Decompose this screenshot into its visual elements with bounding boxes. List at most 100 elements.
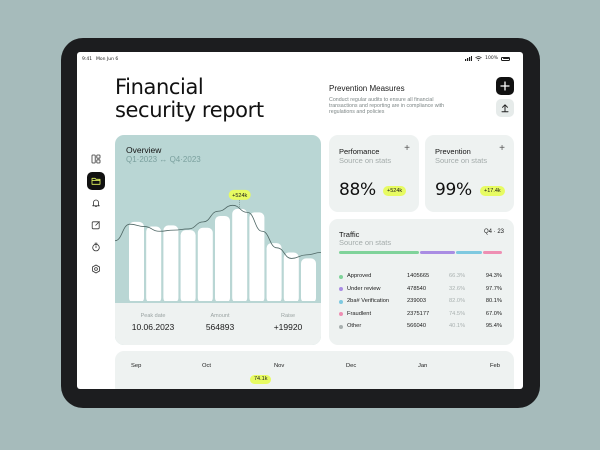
traffic-row-share: 74.5% [449, 310, 466, 317]
bell-icon [92, 199, 100, 207]
add-button[interactable] [496, 77, 514, 95]
performance-badge: +524k [383, 186, 407, 196]
traffic-row-rate: 80.1% [485, 298, 502, 304]
overview-stats: Peak date 10.06.2023 Amount 564893 Raise… [115, 303, 321, 345]
timeline-badge: 74.1k [250, 375, 272, 384]
stat-value: 10.06.2023 [131, 322, 175, 332]
prevention-add-icon[interactable]: + [499, 143, 505, 154]
stat-amount: Amount 564893 [197, 313, 243, 332]
chart-bar [129, 221, 144, 301]
performance-card[interactable]: Perfomance Source on stats + 88% +524k [329, 135, 419, 212]
page-title-line2: security report [115, 98, 264, 122]
chart-bar [163, 225, 179, 301]
traffic-row-rate: 67.0% [485, 310, 502, 317]
traffic-row-share: 82.0% [449, 298, 466, 304]
upload-icon [501, 104, 509, 113]
sidebar-item-timer[interactable] [87, 238, 105, 256]
prevention-title: Prevention [435, 147, 471, 156]
traffic-row[interactable]: Under review 478540 32.6% 97.7% [339, 286, 502, 299]
traffic-color-dot [339, 312, 343, 317]
chart-bar [197, 227, 213, 301]
peak-badge-label: +524k [232, 193, 247, 199]
prevention-card[interactable]: Prevention Source on stats + 99% +17.4k [425, 135, 514, 212]
traffic-row-name: 2ba# Verification [347, 298, 390, 304]
traffic-color-dot [339, 324, 343, 329]
chart-bar [215, 215, 230, 301]
performance-subtitle: Source on stats [339, 156, 392, 165]
traffic-period[interactable]: Q4 · 23 [484, 229, 504, 235]
performance-value: 88% [339, 180, 376, 200]
chart-bar [232, 208, 248, 301]
timeline-month[interactable]: Dec [346, 363, 356, 369]
traffic-subtitle: Source on stats [339, 238, 392, 247]
traffic-row-rate: 95.4% [485, 323, 502, 329]
stat-label: Raise [280, 313, 296, 319]
traffic-color-dot [339, 299, 343, 304]
sidebar-item-settings[interactable] [87, 260, 105, 278]
traffic-share-bar [339, 251, 502, 254]
traffic-list: Approved 1405665 66.3% 94.3% Under review 478… [339, 273, 502, 336]
chart-bar [283, 252, 299, 301]
sidebar-item-folder[interactable] [87, 172, 105, 190]
traffic-row[interactable]: Other 566040 40.1% 95.4% [339, 323, 502, 336]
stat-label: Peak date [140, 313, 166, 319]
gear-icon [92, 264, 100, 274]
prevention-value: 99% [435, 180, 472, 200]
performance-title: Perfomance [339, 147, 380, 156]
sidebar-item-notifications[interactable] [87, 194, 105, 212]
traffic-row[interactable]: Approved 1405665 66.3% 94.3% [339, 273, 502, 286]
traffic-color-dot [339, 274, 343, 279]
page-title: Financial security report [115, 76, 264, 122]
timeline-month[interactable]: Jan [418, 363, 427, 369]
timeline-month[interactable]: Oct [202, 363, 211, 369]
traffic-row-share: 32.6% [449, 285, 466, 292]
sidebar-item-edit[interactable] [87, 216, 105, 234]
status-indicators: 100% [465, 56, 510, 61]
traffic-color-dot [339, 287, 343, 292]
traffic-row-name: Fraudlent [347, 310, 372, 317]
timeline-month[interactable]: Nov [274, 363, 284, 369]
traffic-row-rate: 97.7% [485, 285, 502, 292]
traffic-row-name: Approved [347, 273, 372, 279]
traffic-row-count: 239003 [407, 298, 426, 304]
status-bar: 9:41 Mon Jun 6 100% [77, 52, 523, 66]
traffic-row-count: 478540 [407, 285, 426, 292]
traffic-segment [420, 251, 456, 254]
traffic-segment [339, 251, 419, 254]
performance-add-icon[interactable]: + [404, 143, 410, 154]
layout-icon [91, 154, 101, 164]
stat-raise: Raise +19920 [265, 313, 311, 332]
upload-button[interactable] [496, 99, 514, 117]
chart-bar [146, 226, 162, 301]
timeline-card: Sep Oct Nov Dec Jan Feb 74.1k [115, 351, 514, 389]
timer-icon [92, 242, 100, 252]
prevention-subtitle: Source on stats [435, 156, 488, 165]
traffic-row-rate: 94.3% [485, 273, 502, 279]
traffic-row-count: 566040 [407, 323, 426, 329]
timeline-month[interactable]: Feb [490, 363, 500, 369]
traffic-row[interactable]: 2ba# Verification 239003 82.0% 80.1% [339, 298, 502, 311]
page-title-line1: Financial [115, 75, 204, 99]
edit-icon [91, 221, 100, 230]
folder-icon [91, 177, 101, 185]
traffic-row-name: Other [347, 323, 362, 329]
stat-value: +19920 [273, 322, 303, 332]
traffic-row[interactable]: Fraudlent 2375177 74.5% 67.0% [339, 311, 502, 324]
signal-icon [465, 56, 473, 61]
wifi-icon [475, 56, 482, 61]
battery-icon [501, 56, 510, 61]
sidebar-item-layout[interactable] [87, 150, 105, 168]
traffic-row-count: 1405665 [407, 273, 430, 279]
app-screen: 9:41 Mon Jun 6 100% Financial security r… [77, 52, 523, 389]
traffic-row-share: 66.3% [449, 273, 466, 279]
traffic-card: Traffic Source on stats Q4 · 23 Approved… [329, 219, 514, 345]
timeline-month[interactable]: Sep [131, 363, 141, 369]
chart-bar [266, 243, 282, 301]
traffic-row-count: 2375177 [407, 310, 430, 317]
traffic-row-share: 40.1% [449, 323, 466, 329]
traffic-segment [482, 251, 502, 254]
overview-chart: +524k [115, 189, 321, 301]
stat-value: 564893 [205, 322, 235, 332]
prevention-measures-description: Conduct regular audits to ensure all fin… [329, 97, 445, 116]
status-time: 9:41 [82, 57, 93, 62]
